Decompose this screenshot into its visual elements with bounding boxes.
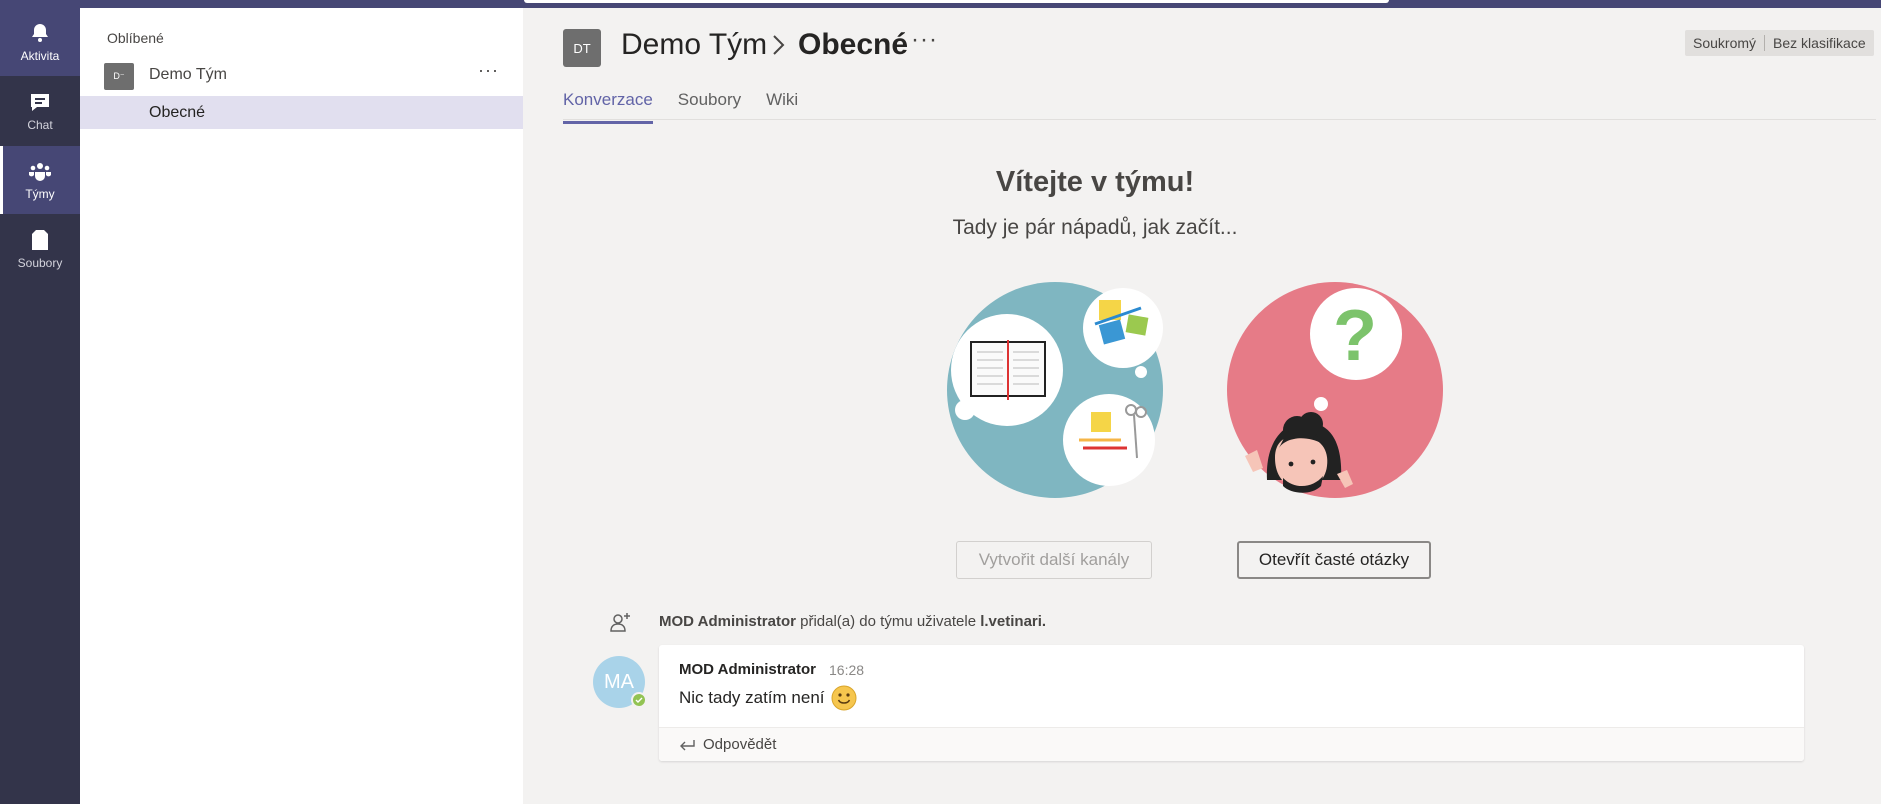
svg-text:?: ? bbox=[1333, 296, 1377, 376]
classification-badge: Soukromý Bez klasifikace bbox=[1685, 30, 1874, 56]
title-bar bbox=[0, 0, 1881, 8]
chat-icon bbox=[31, 94, 49, 111]
header-more-options-icon[interactable]: ··· bbox=[911, 26, 938, 54]
rail-label-files: Soubory bbox=[17, 256, 63, 270]
message-text: Nic tady zatím není bbox=[679, 688, 825, 707]
favorites-heading: Oblíbené bbox=[107, 30, 164, 46]
channel-name: Obecné bbox=[149, 104, 206, 121]
files-icon bbox=[32, 230, 48, 250]
breadcrumb-chevron-icon bbox=[771, 32, 787, 65]
create-channels-button[interactable]: Vytvořit další kanály bbox=[956, 541, 1152, 579]
message-body: Nic tady zatím není bbox=[679, 685, 857, 711]
reply-arrow-icon bbox=[680, 739, 695, 750]
channel-main: DT Demo Tým Obecné ··· Soukromý Bez klas… bbox=[523, 8, 1881, 804]
reply-button[interactable]: Odpovědět bbox=[679, 736, 776, 753]
rail-label-chat: Chat bbox=[27, 118, 53, 132]
teams-icon bbox=[29, 163, 51, 181]
message-timestamp: 16:28 bbox=[829, 662, 865, 678]
add-member-icon bbox=[610, 613, 630, 632]
channel-item-general[interactable]: Obecné bbox=[80, 96, 523, 129]
reply-label: Odpovědět bbox=[703, 736, 777, 753]
faq-illustration: ? bbox=[1227, 282, 1443, 498]
rail-label-activity: Aktivita bbox=[20, 49, 60, 63]
system-text: přidal(a) do týmu uživatele bbox=[800, 613, 977, 630]
message-card: MOD Administrator 16:28 Nic tady zatím n… bbox=[659, 645, 1804, 761]
search-bar[interactable] bbox=[524, 0, 1389, 3]
header-team-name[interactable]: Demo Tým bbox=[621, 28, 767, 62]
team-avatar: D⁻ bbox=[104, 63, 134, 90]
rail-item-files[interactable]: Soubory bbox=[0, 215, 80, 283]
open-faq-button[interactable]: Otevřít časté otázky bbox=[1237, 541, 1431, 579]
welcome-subtitle: Tady je pár nápadů, jak začít... bbox=[952, 216, 1238, 239]
rail-label-teams: Týmy bbox=[25, 187, 55, 201]
channels-illustration bbox=[947, 282, 1163, 498]
bell-icon bbox=[32, 24, 48, 42]
header-team-avatar: DT bbox=[563, 29, 601, 67]
classification-label: Bez klasifikace bbox=[1773, 35, 1866, 51]
rail-item-teams[interactable]: Týmy bbox=[0, 146, 80, 214]
app-rail: Aktivita Chat Týmy Soubory bbox=[0, 8, 80, 804]
presence-available-icon bbox=[631, 692, 647, 708]
rail-item-chat[interactable]: Chat bbox=[0, 77, 80, 145]
smile-emoji-icon bbox=[831, 685, 857, 711]
channel-tabs: Konverzace Soubory Wiki bbox=[563, 90, 823, 126]
message-author[interactable]: MOD Administrator bbox=[679, 661, 816, 678]
privacy-label: Soukromý bbox=[1693, 35, 1757, 51]
member-added-message: MOD Administrator přidal(a) do týmu uživ… bbox=[659, 613, 1046, 630]
header-channel-name: Obecné bbox=[798, 28, 909, 61]
team-more-options-icon[interactable]: ··· bbox=[478, 60, 499, 81]
system-actor[interactable]: MOD Administrator bbox=[659, 613, 796, 630]
teams-list-panel: Oblíbené D⁻ Demo Tým ··· Obecné bbox=[80, 8, 523, 804]
reply-bar: Odpovědět bbox=[659, 727, 1804, 761]
welcome-title: Vítejte v týmu! bbox=[995, 166, 1195, 198]
team-name: Demo Tým bbox=[149, 66, 227, 83]
system-target[interactable]: l.vetinari. bbox=[980, 613, 1046, 630]
rail-item-activity[interactable]: Aktivita bbox=[0, 8, 80, 76]
team-item-demo[interactable]: D⁻ Demo Tým ··· bbox=[80, 58, 523, 94]
tab-divider bbox=[563, 119, 1876, 120]
